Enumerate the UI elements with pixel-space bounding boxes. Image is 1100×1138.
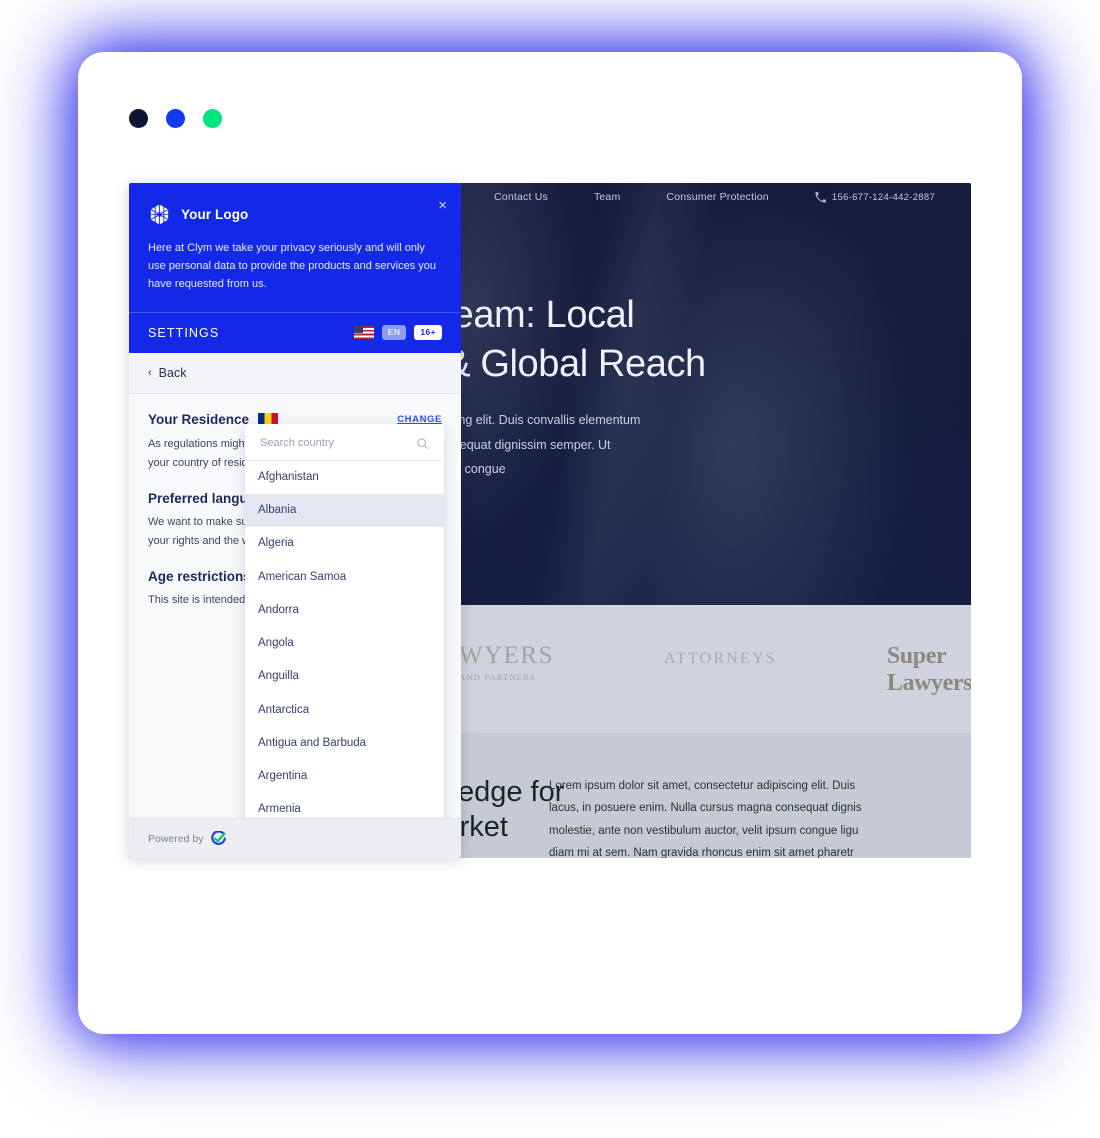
content-body-block: Lorem ipsum dolor sit amet, consectetur … xyxy=(549,775,971,858)
language-desc-line-2: your rights and the w xyxy=(148,534,251,547)
maximize-dot[interactable] xyxy=(203,109,222,128)
content-p1-line-2: lacus, in posuere enim. Nulla cursus mag… xyxy=(549,802,862,815)
minimize-dot[interactable] xyxy=(166,109,185,128)
residence-desc-line-1: As regulations might xyxy=(148,437,248,450)
back-button-label: Back xyxy=(158,365,187,380)
country-list-item[interactable]: Antigua and Barbuda xyxy=(245,727,444,760)
privacy-settings-modal: × Your Logo Here at Clym we take your pr… xyxy=(129,183,461,858)
country-list-item[interactable]: Antarctica xyxy=(245,694,444,727)
close-icon[interactable]: × xyxy=(438,198,447,213)
modal-settings-bar: SETTINGS EN 16+ xyxy=(129,312,461,353)
powered-by-label: Powered by xyxy=(148,832,204,845)
us-flag-icon[interactable] xyxy=(353,326,374,340)
nav-phone-text: 156-677-124-442-2887 xyxy=(831,191,936,203)
country-dropdown: AfghanistanAlbaniaAlgeriaAmerican SamoaA… xyxy=(245,423,444,818)
partner-logo-lawyers-main: WYERS xyxy=(459,641,554,669)
nav-link-consumer-protection[interactable]: Consumer Protection xyxy=(666,191,768,203)
country-list-item[interactable]: Anguilla xyxy=(245,660,444,693)
partner-logo-super-lawyers: Super Lawyers xyxy=(886,642,971,696)
clym-check-icon xyxy=(211,830,227,846)
country-list-item[interactable]: Argentina xyxy=(245,760,444,793)
country-list-item[interactable]: Algeria xyxy=(245,527,444,560)
partner-logo-lawyers: WYERS AND PARTNERS xyxy=(459,642,554,682)
back-button[interactable]: ‹ Back xyxy=(129,352,461,394)
browser-window: Contact Us Team Consumer Protection 156-… xyxy=(78,52,1022,1034)
country-list-item[interactable]: Albania xyxy=(245,494,444,528)
country-list-item[interactable]: Angola xyxy=(245,627,444,660)
nav-link-contact-us[interactable]: Contact Us xyxy=(494,191,548,203)
residence-title-text: Your Residence xyxy=(148,411,250,427)
country-list-item[interactable]: American Samoa xyxy=(245,561,444,594)
close-dot[interactable] xyxy=(129,109,148,128)
partner-logo-attorneys: ATTORNEYS xyxy=(664,649,777,667)
language-badge[interactable]: EN xyxy=(381,325,407,340)
age-desc-line-1: This site is intended xyxy=(148,593,246,606)
nav-phone[interactable]: 156-677-124-442-2887 xyxy=(815,191,936,203)
content-p1-line-3: molestie, ante non vestibulum auctor, ve… xyxy=(549,824,859,837)
age-badge[interactable]: 16+ xyxy=(414,325,442,340)
language-desc-line-1: We want to make su xyxy=(148,515,248,528)
country-list-item[interactable]: Armenia xyxy=(245,793,444,818)
content-p1-line-4: diam mi at sem. Nam gravida rhoncus enim… xyxy=(549,847,854,858)
country-list-item[interactable]: Afghanistan xyxy=(245,461,444,494)
settings-label: SETTINGS xyxy=(148,325,220,340)
modal-body: Your Residence CHANGE As regulations mig… xyxy=(129,393,461,818)
partner-logo-lawyers-sub: AND PARTNERS xyxy=(459,671,537,682)
content-p1-line-1: Lorem ipsum dolor sit amet, consectetur … xyxy=(549,780,856,792)
content-paragraph-1: Lorem ipsum dolor sit amet, consectetur … xyxy=(549,775,971,858)
residence-desc-line-2: your country of resid xyxy=(148,456,248,469)
country-search-input[interactable] xyxy=(260,437,416,450)
modal-footer: Powered by xyxy=(129,818,461,858)
phone-icon xyxy=(815,191,826,203)
chevron-left-icon: ‹ xyxy=(148,366,152,379)
search-icon[interactable] xyxy=(416,437,429,450)
country-list-item[interactable]: Andorra xyxy=(245,594,444,627)
country-search-row xyxy=(247,424,442,461)
modal-description: Here at Clym we take your privacy seriou… xyxy=(148,242,437,290)
window-controls xyxy=(129,109,222,128)
modal-brand-name: Your Logo xyxy=(181,207,249,222)
nav-link-team[interactable]: Team xyxy=(594,191,620,203)
modal-header: × Your Logo Here at Clym we take your pr… xyxy=(129,183,461,313)
country-list[interactable]: Afghanistan Albania Algeria American Samoa A… xyxy=(245,461,444,818)
settings-badges: EN 16+ xyxy=(353,325,442,340)
gem-logo-icon xyxy=(148,203,171,226)
